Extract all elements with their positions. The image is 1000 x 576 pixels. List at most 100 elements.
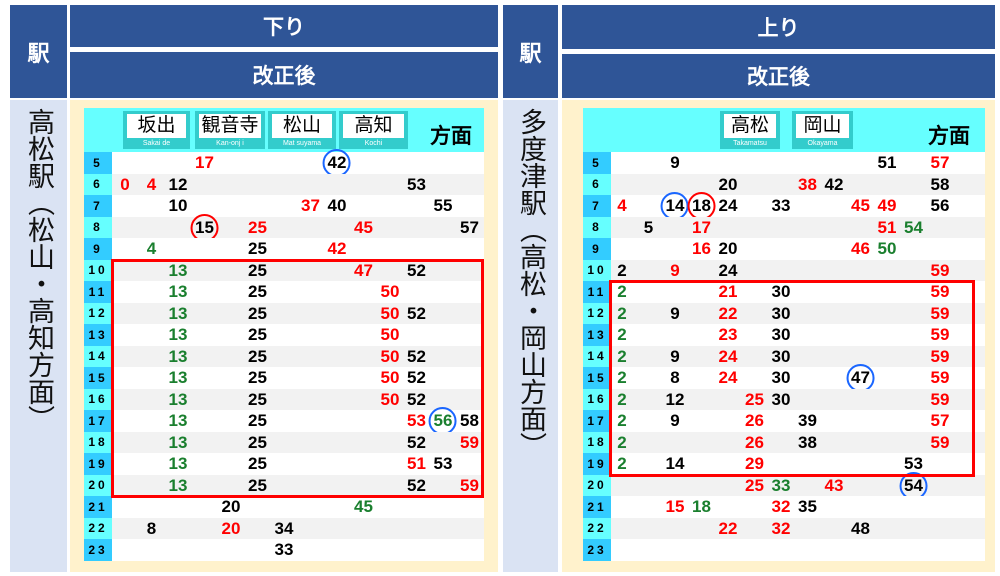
hour-label: 15 [583,367,611,389]
minute-text: 42 [824,174,844,194]
hour-label: 20 [583,474,611,496]
departure-minute: 25 [745,475,764,497]
departure-minute: 30 [772,303,791,325]
hour-label: 16 [583,388,611,410]
hour-row-19: 19 2 14 29 53 [583,453,985,475]
hour-label: 5 [583,152,611,174]
departure-minute: 21 [719,281,738,303]
departure-minute: 30 [772,281,791,303]
departure-minute: 4 [617,195,626,217]
departure-minute: 9 [670,303,679,325]
minute-text: 2 [617,282,627,301]
minute-text: 59 [930,432,950,452]
departure-minute: 38 [798,174,817,196]
departure-minute: 2 [617,367,626,389]
minute-text: 32 [771,518,791,538]
destination-takamatsu: 高松 Takamatsu [720,111,780,149]
departure-minute: 26 [745,410,764,432]
departure-cells: 9 51 57 [611,152,985,174]
departure-minute: 2 [617,260,626,282]
departure-minute: 59 [931,432,950,454]
minute-text: 56 [930,196,950,215]
departure-minute: 33 [772,475,791,497]
departure-minute: 8 [670,367,679,389]
hour-label: 18 [583,431,611,453]
departure-cells: 4 14 18 24 33 45 49 56 [611,192,985,220]
hour-row-6: 6 20 38 42 58 [583,173,985,196]
departure-minute: 2 [617,281,626,303]
minute-text: 38 [798,432,817,452]
station-column-header: 駅 [503,5,558,98]
minute-text: 21 [718,282,738,301]
minute-text: 2 [617,411,627,430]
minute-text: 58 [930,174,950,194]
departure-minute: 23 [719,324,738,346]
minute-text: 24 [718,346,738,366]
hour-row-23: 23 [583,539,985,561]
departure-minute: 47 [846,364,875,392]
departure-cells: 2 21 30 59 [611,281,985,303]
departure-minute: 18 [692,496,711,518]
hour-row-16: 16 2 12 25 30 59 [583,388,985,410]
destination-romaji: Takamatsu [733,140,767,147]
departure-minute: 26 [745,432,764,454]
minute-text: 2 [617,303,627,323]
departure-minute: 38 [798,432,817,454]
hour-row-14: 14 2 9 24 30 59 [583,345,985,367]
minute-text: 59 [930,346,950,366]
revision-header: 改正後 [562,54,995,98]
minute-text: 59 [930,260,950,280]
departure-minute: 2 [617,324,626,346]
minute-text: 30 [771,346,791,366]
minute-text: 53 [904,454,923,473]
departure-minute: 45 [851,195,870,217]
departure-minute: 59 [931,260,950,282]
minute-text: 25 [745,475,764,495]
minute-text: 26 [745,432,764,452]
departure-minute: 30 [772,324,791,346]
hour-row-22: 22 22 32 48 [583,517,985,540]
minute-text: 5 [643,217,654,237]
departure-minute: 17 [692,217,711,239]
minute-text: 59 [930,389,950,409]
departure-minute: 54 [899,471,928,500]
destination-name: 高松 [724,114,776,138]
hour-row-15: 15 2 8 24 30 47 59 [583,364,985,392]
direction-header: 上り [562,5,995,49]
hour-label: 8 [583,216,611,238]
minute-text: 46 [851,239,870,258]
destination-name: 岡山 [796,114,849,138]
minute-text: 17 [692,217,711,237]
minute-text: 32 [771,497,791,516]
departure-minute: 59 [931,324,950,346]
minute-text: 15 [665,497,685,516]
departure-minute: 39 [798,410,817,432]
departure-cells: 22 32 48 [611,518,985,540]
hour-row-11: 11 2 21 30 59 [583,281,985,303]
minute-text: 38 [798,174,817,194]
minute-text: 22 [718,518,738,538]
minute-text: 30 [771,325,791,344]
departure-minute: 9 [670,152,679,174]
departure-minute: 35 [798,496,817,518]
departure-cells: 20 38 42 58 [611,174,985,196]
minute-text: 59 [930,325,950,344]
hour-label: 17 [583,410,611,432]
minute-text: 43 [824,475,844,495]
minute-text: 2 [617,454,627,473]
departure-minute: 9 [670,260,679,282]
departure-minute: 59 [931,367,950,389]
hour-label: 23 [583,539,611,561]
hour-row-8: 8 5 17 51 54 [583,216,985,239]
departure-minute: 20 [719,174,738,196]
destination-romaji: Okayama [807,140,838,147]
departure-minute: 33 [772,195,791,217]
minute-text: 59 [930,282,950,301]
minute-text: 2 [617,325,627,344]
minute-text: 2 [617,346,627,366]
hour-row-17: 17 2 9 26 39 57 [583,410,985,432]
departure-minute: 2 [617,303,626,325]
departure-minute: 2 [617,453,626,475]
minute-text: 18 [692,497,711,516]
hour-row-21: 21 15 18 32 35 [583,496,985,518]
